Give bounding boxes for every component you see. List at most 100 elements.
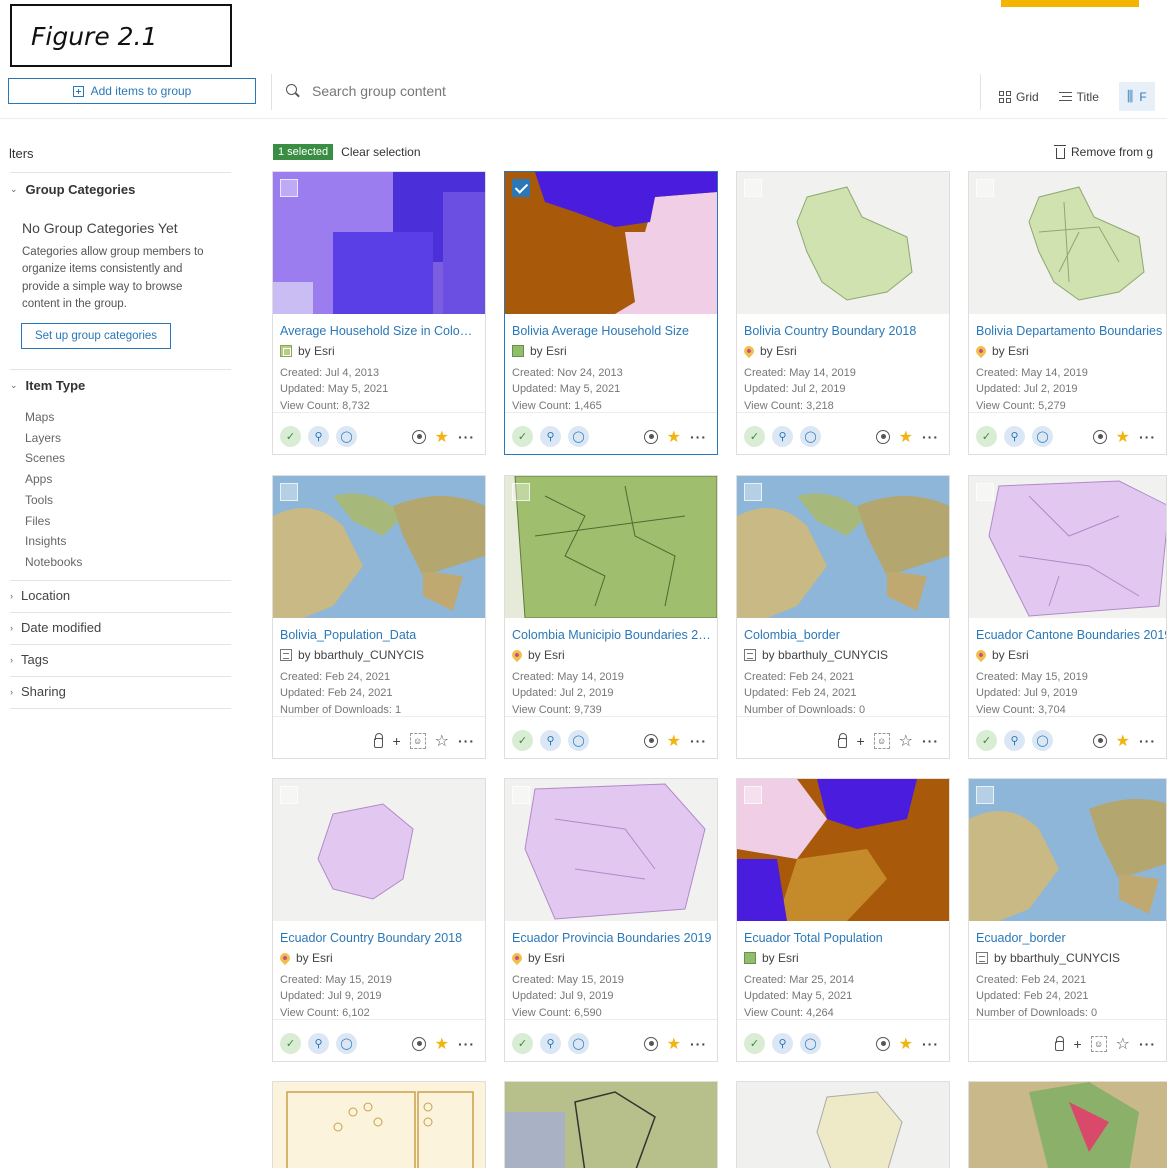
select-checkbox[interactable]: [976, 786, 994, 804]
star-outline-icon[interactable]: ☆: [1116, 1034, 1130, 1054]
card-title[interactable]: Average Household Size in Colombia: [280, 324, 480, 338]
item-card[interactable]: Bolivia Country Boundary 2018 by Esri Cr…: [736, 171, 950, 455]
card-title[interactable]: Ecuador Provincia Boundaries 2019: [512, 931, 712, 945]
sharing-toggle[interactable]: › Sharing: [10, 684, 66, 699]
clear-selection-link[interactable]: Clear selection: [341, 145, 420, 159]
lock-icon[interactable]: [838, 733, 848, 748]
title-view-button[interactable]: Title: [1058, 90, 1099, 104]
card-title[interactable]: Bolivia Departamento Boundaries: [976, 324, 1166, 338]
item-type-option[interactable]: Layers: [25, 428, 82, 449]
star-icon[interactable]: ★: [667, 1034, 681, 1054]
globe-icon[interactable]: [411, 430, 426, 444]
item-type-option[interactable]: Tools: [25, 490, 82, 511]
card-title[interactable]: Ecuador_border: [976, 931, 1166, 945]
card-title[interactable]: Bolivia_Population_Data: [280, 628, 480, 642]
item-card[interactable]: Ecuador Provincia Boundaries 2019 by Esr…: [504, 778, 718, 1062]
item-card-partial[interactable]: [504, 1081, 718, 1168]
grid-view-button[interactable]: Grid: [999, 90, 1039, 104]
item-card[interactable]: Colombia_border by bbarthuly_CUNYCIS Cre…: [736, 475, 950, 759]
select-checkbox[interactable]: [512, 483, 530, 501]
select-checkbox[interactable]: [744, 483, 762, 501]
select-checkbox[interactable]: [976, 483, 994, 501]
plus-icon[interactable]: +: [856, 733, 864, 749]
tags-toggle[interactable]: › Tags: [10, 652, 48, 667]
group-icon[interactable]: ☺: [409, 733, 426, 749]
select-checkbox[interactable]: [512, 179, 530, 197]
more-options-icon[interactable]: ···: [458, 429, 475, 445]
card-title[interactable]: Ecuador Cantone Boundaries 2019: [976, 628, 1166, 642]
select-checkbox[interactable]: [280, 786, 298, 804]
card-title[interactable]: Bolivia Average Household Size: [512, 324, 712, 338]
item-type-option[interactable]: Files: [25, 511, 82, 532]
star-icon[interactable]: ★: [899, 1034, 913, 1054]
globe-icon[interactable]: [411, 1037, 426, 1051]
lock-icon[interactable]: [374, 733, 384, 748]
remove-from-group-button[interactable]: Remove from g: [1054, 144, 1153, 159]
item-card[interactable]: Bolivia Average Household Size by Esri C…: [504, 171, 718, 455]
more-options-icon[interactable]: ···: [1139, 1036, 1156, 1052]
item-card[interactable]: Average Household Size in Colombia by Es…: [272, 171, 486, 455]
plus-icon[interactable]: +: [1073, 1036, 1081, 1052]
more-options-icon[interactable]: ···: [690, 429, 707, 445]
star-icon[interactable]: ★: [667, 427, 681, 447]
item-card[interactable]: Ecuador Cantone Boundaries 2019 by Esri …: [968, 475, 1167, 759]
select-checkbox[interactable]: [744, 786, 762, 804]
item-card[interactable]: Bolivia Departamento Boundaries by Esri …: [968, 171, 1167, 455]
item-card-partial[interactable]: [968, 1081, 1167, 1168]
location-toggle[interactable]: › Location: [10, 588, 70, 603]
more-options-icon[interactable]: ···: [922, 429, 939, 445]
more-options-icon[interactable]: ···: [690, 1036, 707, 1052]
lock-icon[interactable]: [1055, 1036, 1065, 1051]
group-icon[interactable]: ☺: [873, 733, 890, 749]
globe-icon[interactable]: [643, 734, 658, 748]
item-card[interactable]: Colombia Municipio Boundaries 2019 by Es…: [504, 475, 718, 759]
card-title[interactable]: Colombia Municipio Boundaries 2019: [512, 628, 712, 642]
more-options-icon[interactable]: ···: [1139, 733, 1156, 749]
item-type-option[interactable]: Notebooks: [25, 552, 82, 573]
more-options-icon[interactable]: ···: [1139, 429, 1156, 445]
more-options-icon[interactable]: ···: [922, 1036, 939, 1052]
select-checkbox[interactable]: [744, 179, 762, 197]
item-card[interactable]: Ecuador Total Population by Esri Created…: [736, 778, 950, 1062]
filter-toggle-button[interactable]: ⫼ F: [1118, 82, 1155, 111]
more-options-icon[interactable]: ···: [458, 1036, 475, 1052]
globe-icon[interactable]: [875, 430, 890, 444]
star-icon[interactable]: ★: [1116, 427, 1130, 447]
more-options-icon[interactable]: ···: [922, 733, 939, 749]
card-title[interactable]: Ecuador Country Boundary 2018: [280, 931, 480, 945]
star-icon[interactable]: ★: [435, 427, 449, 447]
globe-icon[interactable]: [643, 1037, 658, 1051]
card-title[interactable]: Colombia_border: [744, 628, 944, 642]
select-checkbox[interactable]: [512, 786, 530, 804]
globe-icon[interactable]: [1092, 430, 1107, 444]
group-categories-toggle[interactable]: ⌄ Group Categories: [10, 182, 135, 197]
star-icon[interactable]: ★: [899, 427, 913, 447]
date-modified-toggle[interactable]: › Date modified: [10, 620, 101, 635]
select-checkbox[interactable]: [280, 483, 298, 501]
globe-icon[interactable]: [875, 1037, 890, 1051]
star-icon[interactable]: ★: [667, 731, 681, 751]
item-type-toggle[interactable]: ⌄ Item Type: [10, 378, 85, 393]
item-card[interactable]: Ecuador Country Boundary 2018 by Esri Cr…: [272, 778, 486, 1062]
more-options-icon[interactable]: ···: [690, 733, 707, 749]
star-outline-icon[interactable]: ☆: [899, 731, 913, 751]
card-title[interactable]: Bolivia Country Boundary 2018: [744, 324, 944, 338]
plus-icon[interactable]: +: [392, 733, 400, 749]
star-outline-icon[interactable]: ☆: [435, 731, 449, 751]
star-icon[interactable]: ★: [435, 1034, 449, 1054]
more-options-icon[interactable]: ···: [458, 733, 475, 749]
star-icon[interactable]: ★: [1116, 731, 1130, 751]
item-card[interactable]: Bolivia_Population_Data by bbarthuly_CUN…: [272, 475, 486, 759]
add-items-button[interactable]: Add items to group: [8, 78, 256, 104]
select-checkbox[interactable]: [976, 179, 994, 197]
card-title[interactable]: Ecuador Total Population: [744, 931, 944, 945]
globe-icon[interactable]: [1092, 734, 1107, 748]
globe-icon[interactable]: [643, 430, 658, 444]
setup-categories-button[interactable]: Set up group categories: [21, 323, 171, 349]
item-card-partial[interactable]: [272, 1081, 486, 1168]
group-icon[interactable]: ☺: [1090, 1036, 1107, 1052]
item-type-option[interactable]: Apps: [25, 469, 82, 490]
item-card[interactable]: Ecuador_border by bbarthuly_CUNYCIS Crea…: [968, 778, 1167, 1062]
search-input[interactable]: Search group content: [286, 80, 446, 102]
item-type-option[interactable]: Maps: [25, 407, 82, 428]
